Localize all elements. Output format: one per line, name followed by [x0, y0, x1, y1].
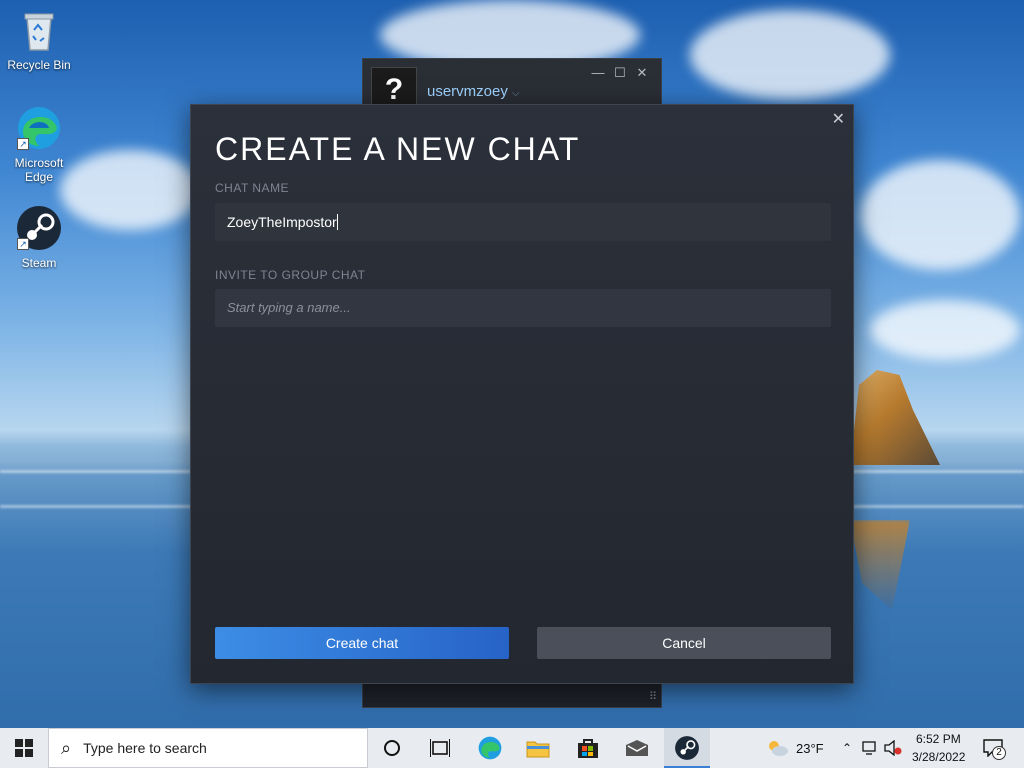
cortana-circle-icon — [384, 740, 400, 756]
task-view-button[interactable] — [418, 728, 462, 768]
desktop-icon-label: Steam — [21, 256, 57, 270]
weather-temperature[interactable]: 23°F — [796, 741, 824, 756]
taskbar-steam[interactable] — [664, 728, 710, 768]
task-view-icon — [430, 739, 450, 757]
create-chat-dialog: ✕ CREATE A NEW CHAT CHAT NAME ZoeyTheImp… — [190, 104, 854, 684]
taskbar-edge[interactable] — [468, 728, 512, 768]
volume-muted-icon[interactable] — [882, 728, 904, 768]
taskbar-mail[interactable] — [614, 728, 660, 768]
window-controls: — ☐ ✕ — [587, 65, 653, 81]
search-icon: ⌕ — [61, 737, 72, 758]
desktop-icon-edge[interactable]: ↗ Microsoft Edge — [4, 104, 74, 184]
close-button[interactable]: ✕ — [631, 65, 653, 81]
shortcut-arrow-icon: ↗ — [17, 238, 29, 250]
chat-name-value: ZoeyTheImpostor — [227, 214, 337, 230]
taskbar-file-explorer[interactable] — [516, 728, 560, 768]
start-button[interactable] — [0, 728, 48, 768]
friends-window-header: ? uservmzoey ⌵ — ☐ ✕ — [363, 59, 661, 113]
username-label: uservmzoey — [427, 83, 508, 100]
clock-time[interactable]: 6:52 PM — [916, 732, 961, 746]
folder-icon — [526, 741, 550, 758]
taskbar-store[interactable] — [566, 728, 610, 768]
username-dropdown[interactable]: uservmzoey ⌵ — [427, 83, 519, 100]
notification-center-button[interactable]: 2 — [978, 728, 1008, 768]
shortcut-arrow-icon: ↗ — [17, 138, 29, 150]
create-chat-button[interactable]: Create chat — [215, 627, 509, 659]
weather-widget[interactable] — [760, 728, 794, 768]
cancel-button[interactable]: Cancel — [537, 627, 831, 659]
wallpaper-rock — [850, 370, 940, 465]
desktop-icon-steam[interactable]: ↗ Steam — [4, 204, 74, 270]
dialog-title: CREATE A NEW CHAT — [215, 131, 581, 167]
taskbar: ⌕ Type here to search 23°F ⌃ 6:52 PM 3/2… — [0, 728, 1024, 768]
cortana-button[interactable] — [370, 728, 414, 768]
chat-name-input[interactable]: ZoeyTheImpostor — [215, 203, 831, 241]
network-icon[interactable] — [860, 728, 880, 768]
invite-input[interactable]: Start typing a name... — [215, 289, 831, 327]
clock-date[interactable]: 3/28/2022 — [912, 750, 965, 764]
text-cursor — [336, 214, 338, 230]
recycle-bin-icon — [15, 6, 63, 54]
chat-name-label: CHAT NAME — [215, 181, 290, 195]
store-bag-icon — [578, 739, 598, 758]
desktop-icon-recycle-bin[interactable]: Recycle Bin — [4, 6, 74, 72]
minimize-button[interactable]: — — [587, 65, 609, 80]
edge-icon — [478, 736, 502, 760]
desktop-icon-label: Microsoft Edge — [14, 156, 64, 184]
steam-icon — [675, 736, 699, 760]
invite-label: INVITE TO GROUP CHAT — [215, 268, 366, 282]
wallpaper-cloud — [870, 300, 1020, 360]
wallpaper-rock-reflection — [850, 520, 910, 610]
steam-icon: ↗ — [15, 204, 63, 252]
weather-partly-cloudy-icon — [769, 741, 788, 756]
edge-icon: ↗ — [15, 104, 63, 152]
maximize-button[interactable]: ☐ — [609, 65, 631, 81]
windows-logo-icon — [15, 739, 33, 757]
mail-icon — [626, 740, 648, 756]
taskbar-search-box[interactable]: ⌕ Type here to search — [48, 728, 368, 768]
chevron-down-icon: ⌵ — [511, 88, 520, 99]
wallpaper-cloud — [60, 150, 200, 230]
dialog-close-button[interactable]: ✕ — [832, 109, 845, 129]
tray-overflow-chevron-icon[interactable]: ⌃ — [838, 728, 856, 768]
desktop-icon-label: Recycle Bin — [7, 58, 71, 72]
wallpaper-cloud — [860, 160, 1020, 270]
search-placeholder: Type here to search — [83, 740, 207, 756]
resize-grip-icon[interactable]: ⠿ — [649, 690, 657, 703]
notification-count-badge: 2 — [992, 746, 1006, 760]
wallpaper-cloud — [690, 10, 890, 100]
